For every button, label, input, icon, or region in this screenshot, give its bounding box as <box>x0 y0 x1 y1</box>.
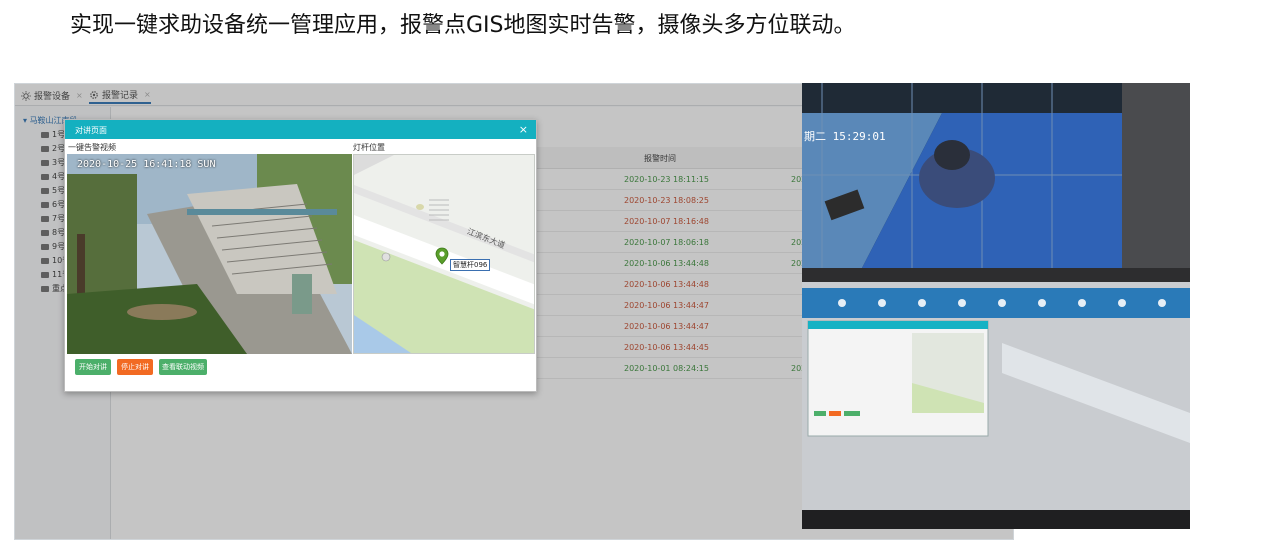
video-label: 一键告警视频 <box>68 143 116 152</box>
modal-title: 对讲页面 <box>65 120 536 139</box>
video-wall-timestamp: 期二 15:29:01 <box>804 130 886 143</box>
control-room-photo: 期二 15:29:01 <box>802 83 1190 529</box>
page: 实现一键求助设备统一管理应用，报警点GIS地图实时告警，摄像头多方位联动。 报警… <box>0 0 1265 560</box>
start-intercom-button[interactable]: 开始对讲 <box>75 359 111 375</box>
intercom-modal: 对讲页面 × 一键告警视频 灯杆位置 2020-10-25 16:41:18 S… <box>64 119 537 392</box>
video-timestamp: 2020-10-25 16:41:18 SUN <box>77 159 216 170</box>
camera-scene <box>67 154 352 354</box>
lamp-post-map[interactable]: 江滨东大道 智慧杆096 <box>353 154 535 354</box>
stop-intercom-button[interactable]: 停止对讲 <box>117 359 153 375</box>
marker-label: 智慧杆096 <box>450 259 491 271</box>
page-heading: 实现一键求助设备统一管理应用，报警点GIS地图实时告警，摄像头多方位联动。 <box>70 13 856 38</box>
alarm-video[interactable]: 2020-10-25 16:41:18 SUN <box>67 154 352 354</box>
view-linked-video-button[interactable]: 查看联动视频 <box>159 359 207 375</box>
close-icon[interactable]: × <box>519 123 528 136</box>
control-room-scene <box>802 83 1190 529</box>
map-label: 灯杆位置 <box>353 143 385 152</box>
map-pin-icon[interactable] <box>435 247 449 265</box>
